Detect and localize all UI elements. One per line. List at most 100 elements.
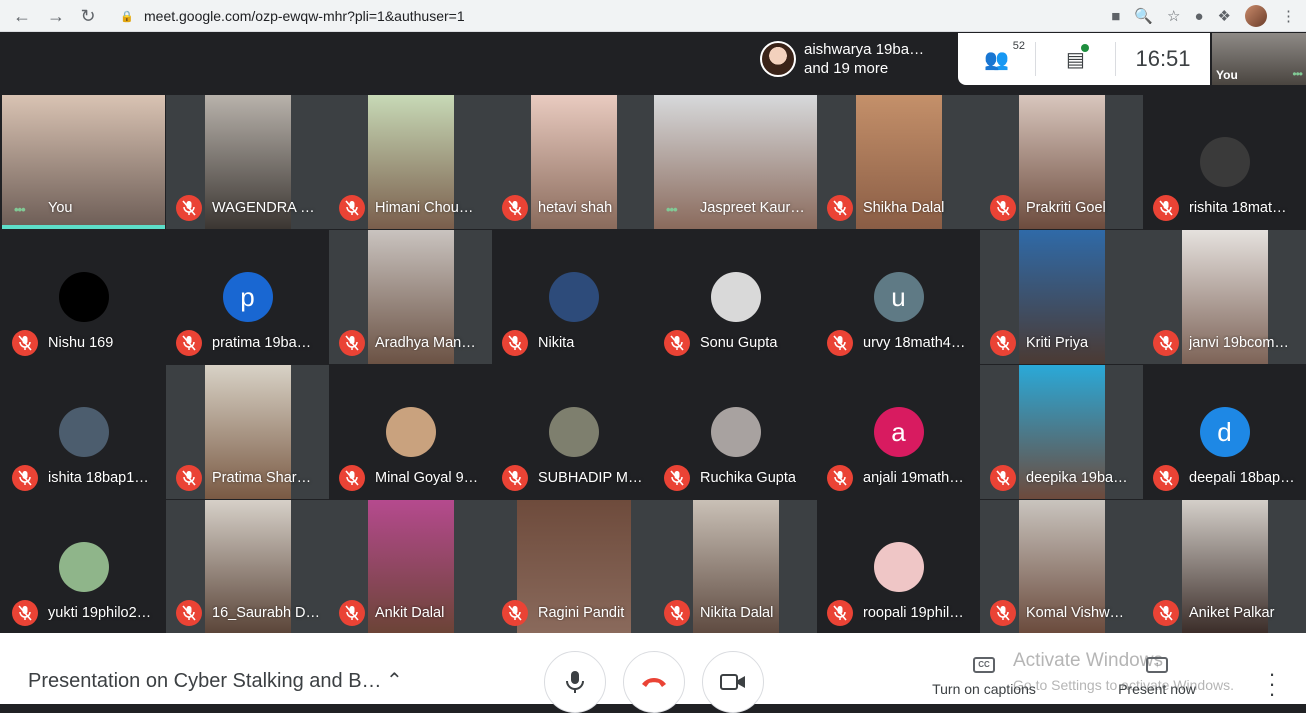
participant-tile[interactable]: deepika 19ba… [980, 365, 1143, 499]
participant-tile[interactable]: Aniket Palkar [1143, 500, 1306, 634]
participant-name: 16_Saurabh D… [212, 605, 321, 621]
participant-tile[interactable]: roopali 19phil… [817, 500, 980, 634]
muted-microphone-icon [1153, 465, 1179, 491]
participant-name: Ruchika Gupta [700, 470, 796, 486]
profile-avatar[interactable] [1245, 5, 1267, 27]
muted-microphone-icon [339, 195, 365, 221]
participant-tile[interactable]: Komal Vishw… [980, 500, 1143, 634]
participant-tile[interactable]: Aradhya Man… [329, 230, 492, 364]
muted-microphone-icon [990, 195, 1016, 221]
participant-avatar [873, 542, 924, 592]
people-button[interactable]: 👥 52 [958, 40, 1036, 76]
participant-name: Komal Vishw… [1026, 605, 1125, 621]
participant-name: janvi 19bcom… [1189, 335, 1289, 351]
participant-avatar [710, 272, 761, 322]
microphone-icon [566, 671, 584, 693]
participant-name: Aniket Palkar [1189, 605, 1275, 621]
muted-microphone-icon [827, 600, 853, 626]
participant-tile[interactable]: Kriti Priya [980, 230, 1143, 364]
participant-tile[interactable]: Sonu Gupta [654, 230, 817, 364]
muted-microphone-icon [502, 195, 528, 221]
participant-avatar: d [1199, 407, 1250, 457]
participant-tile[interactable]: Ankit Dalal [329, 500, 492, 634]
url-text: meet.google.com/ozp-ewqw-mhr?pli=1&authu… [144, 8, 465, 24]
extension-circle-icon[interactable]: ● [1194, 8, 1203, 25]
participant-name: Nishu 169 [48, 335, 114, 351]
participant-tile[interactable]: rishita 18mat… [1143, 95, 1306, 229]
meeting-title[interactable]: Presentation on Cyber Stalking and B… [28, 670, 382, 693]
self-view-thumbnail[interactable]: You ••• [1212, 33, 1306, 85]
bookmark-star-icon[interactable]: ☆ [1167, 7, 1180, 25]
presenter-more: and 19 more [804, 60, 889, 77]
participant-name: Prakriti Goel [1026, 200, 1106, 216]
participant-tile[interactable]: 16_Saurabh D… [166, 500, 329, 634]
participant-tile[interactable]: janvi 19bcom… [1143, 230, 1306, 364]
participant-name: Jaspreet Kaur… [700, 200, 805, 216]
captions-button[interactable]: CC Turn on captions [926, 653, 1042, 697]
muted-microphone-icon [664, 600, 690, 626]
address-bar[interactable]: 🔒 meet.google.com/ozp-ewqw-mhr?pli=1&aut… [108, 3, 1188, 29]
participant-tile[interactable]: Ragini Pandit [492, 500, 655, 634]
participant-avatar [548, 407, 599, 457]
meeting-info-panel: 👥 52 ▤ 16:51 [958, 33, 1210, 85]
participant-tile[interactable]: SUBHADIP M… [492, 365, 655, 499]
forward-arrow-icon[interactable]: → [40, 0, 72, 32]
participant-tile[interactable]: hetavi shah [492, 95, 655, 229]
muted-microphone-icon [12, 465, 38, 491]
muted-microphone-icon [176, 600, 202, 626]
participant-name: Himani Chou… [375, 200, 474, 216]
camera-icon[interactable]: ■ [1111, 8, 1120, 25]
participant-tile[interactable]: yukti 19philo2… [2, 500, 165, 634]
participant-tile[interactable]: Shikha Dalal [817, 95, 980, 229]
participant-tile[interactable]: Himani Chou… [329, 95, 492, 229]
participant-tile[interactable]: ishita 18bap1… [2, 365, 165, 499]
participant-name: Ragini Pandit [538, 605, 625, 621]
participant-tile[interactable]: d deepali 18bap… [1143, 365, 1306, 499]
participant-name: deepali 18bap… [1189, 470, 1295, 486]
muted-microphone-icon [12, 330, 38, 356]
video-camera-icon [720, 674, 745, 690]
participant-name: pratima 19ba… [212, 335, 312, 351]
participant-tile[interactable]: Nishu 169 [2, 230, 165, 364]
present-label: Present now [1118, 681, 1196, 697]
muted-microphone-icon [339, 600, 365, 626]
active-speaker-bar [2, 225, 165, 229]
participant-tile[interactable]: WAGENDRA S… [166, 95, 329, 229]
extensions-puzzle-icon[interactable]: ❖ [1218, 7, 1231, 25]
more-options-icon[interactable]: · · · [1262, 663, 1282, 705]
presenter-name: aishwarya 19ba… [804, 41, 925, 58]
muted-microphone-icon [827, 330, 853, 356]
participant-name: Nikita Dalal [700, 605, 774, 621]
participant-tile[interactable]: Ruchika Gupta [654, 365, 817, 499]
participant-tile[interactable]: Pratima Shar… [166, 365, 329, 499]
participant-name: Aradhya Man… [375, 335, 476, 351]
back-arrow-icon[interactable]: ← [6, 0, 38, 32]
participant-tile[interactable]: p pratima 19ba… [166, 230, 329, 364]
participant-tile[interactable]: Nikita Dalal [654, 500, 817, 634]
participant-tile[interactable]: Nikita [492, 230, 655, 364]
participant-tile[interactable]: a anjali 19math… [817, 365, 980, 499]
participant-name: Minal Goyal 9… [375, 470, 479, 486]
participant-tile[interactable]: u urvy 18math4… [817, 230, 980, 364]
zoom-icon[interactable]: 🔍 [1134, 7, 1153, 25]
participant-name: Ankit Dalal [375, 605, 445, 621]
browser-menu-icon[interactable]: ⋮ [1281, 7, 1296, 25]
lock-icon: 🔒 [120, 11, 134, 23]
participant-name: You [48, 200, 73, 216]
chat-button[interactable]: ▤ [1036, 42, 1116, 76]
participant-tile[interactable]: Prakriti Goel [980, 95, 1143, 229]
muted-microphone-icon [664, 465, 690, 491]
captions-label: Turn on captions [932, 681, 1036, 697]
participant-tile[interactable]: Minal Goyal 9… [329, 365, 492, 499]
closed-captions-icon: CC [973, 657, 995, 673]
muted-microphone-icon [339, 330, 365, 356]
participant-name: SUBHADIP M… [538, 470, 643, 486]
muted-microphone-icon [990, 600, 1016, 626]
presenter-chip[interactable]: aishwarya 19ba… and 19 more [752, 33, 958, 85]
participant-tile[interactable]: ••• Jaspreet Kaur… [654, 95, 817, 229]
present-now-button[interactable]: ↑ Present now [1102, 653, 1212, 697]
participant-tile[interactable]: ••• You [2, 95, 165, 229]
muted-microphone-icon [176, 330, 202, 356]
reload-icon[interactable]: ↻ [72, 0, 104, 32]
chevron-up-icon[interactable]: ⌃ [386, 668, 403, 693]
